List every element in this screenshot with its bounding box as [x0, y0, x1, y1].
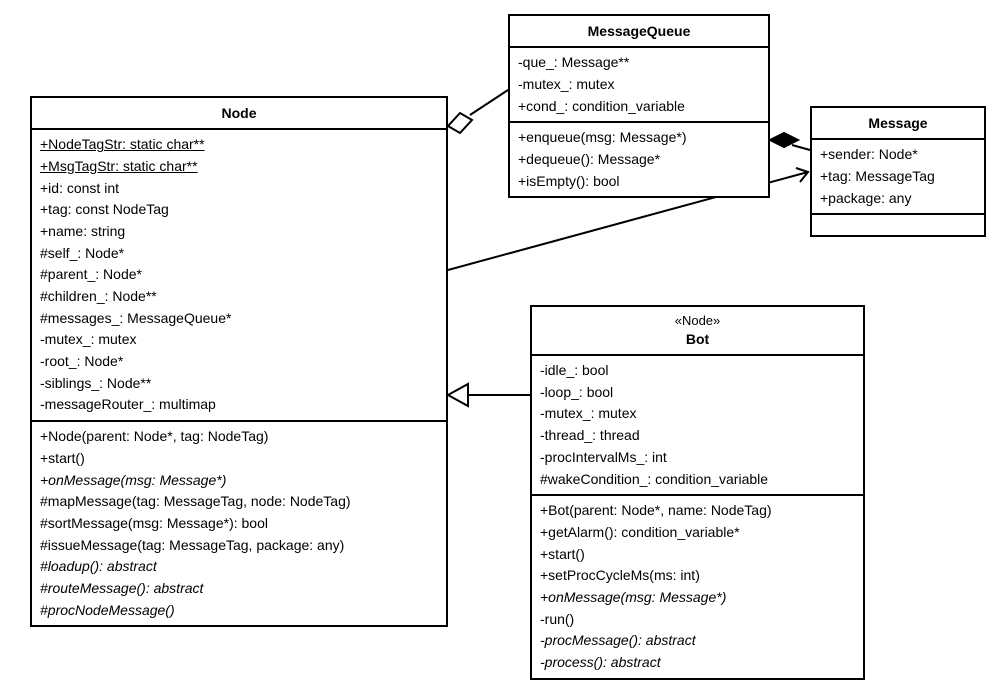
class-bot-operations: +Bot(parent: Node*, name: NodeTag)+getAl… — [532, 496, 863, 678]
member-row: #issueMessage(tag: MessageTag, package: … — [40, 535, 438, 557]
member-row: +start() — [40, 448, 438, 470]
class-bot-title: «Node» Bot — [532, 307, 863, 356]
member-row: #messages_: MessageQueue* — [40, 308, 438, 330]
member-row: +getAlarm(): condition_variable* — [540, 522, 855, 544]
member-row: +tag: MessageTag — [820, 166, 976, 188]
class-bot-name: Bot — [686, 331, 709, 347]
member-row: +name: string — [40, 221, 438, 243]
member-row: -idle_: bool — [540, 360, 855, 382]
member-row: -messageRouter_: multimap — [40, 394, 438, 416]
member-row: -que_: Message** — [518, 52, 760, 74]
class-bot: «Node» Bot -idle_: bool-loop_: bool-mute… — [530, 305, 865, 680]
member-row: +enqueue(msg: Message*) — [518, 127, 760, 149]
member-row: -root_: Node* — [40, 351, 438, 373]
member-row: #wakeCondition_: condition_variable — [540, 469, 855, 491]
class-bot-attributes: -idle_: bool-loop_: bool-mutex_: mutex-t… — [532, 356, 863, 496]
class-node: Node +NodeTagStr: static char**+MsgTagSt… — [30, 96, 448, 627]
class-bot-stereotype: «Node» — [540, 313, 855, 330]
member-row: -procMessage(): abstract — [540, 630, 855, 652]
member-row: +tag: const NodeTag — [40, 199, 438, 221]
member-row: -process(): abstract — [540, 652, 855, 674]
member-row: -mutex_: mutex — [540, 403, 855, 425]
member-row: +package: any — [820, 188, 976, 210]
member-row: -loop_: bool — [540, 382, 855, 404]
member-row: -thread_: thread — [540, 425, 855, 447]
member-row: +cond_: condition_variable — [518, 96, 760, 118]
member-row: #routeMessage(): abstract — [40, 578, 438, 600]
class-mq-operations: +enqueue(msg: Message*)+dequeue(): Messa… — [510, 123, 768, 196]
member-row: #procNodeMessage() — [40, 600, 438, 622]
member-row: #loadup(): abstract — [40, 556, 438, 578]
class-mq-title: MessageQueue — [510, 16, 768, 48]
member-row: #mapMessage(tag: MessageTag, node: NodeT… — [40, 491, 438, 513]
member-row: -mutex_: mutex — [40, 329, 438, 351]
member-row: -run() — [540, 609, 855, 631]
member-row: +start() — [540, 544, 855, 566]
class-node-operations: +Node(parent: Node*, tag: NodeTag)+start… — [32, 422, 446, 625]
member-row: -mutex_: mutex — [518, 74, 760, 96]
class-node-attributes: +NodeTagStr: static char**+MsgTagStr: st… — [32, 130, 446, 422]
class-message: Message +sender: Node*+tag: MessageTag+p… — [810, 106, 986, 237]
member-row: +Bot(parent: Node*, name: NodeTag) — [540, 500, 855, 522]
member-row: +Node(parent: Node*, tag: NodeTag) — [40, 426, 438, 448]
class-msg-operations — [812, 215, 984, 235]
member-row: #sortMessage(msg: Message*): bool — [40, 513, 438, 535]
class-node-title: Node — [32, 98, 446, 130]
member-row: #self_: Node* — [40, 243, 438, 265]
member-row: #parent_: Node* — [40, 264, 438, 286]
member-row: +dequeue(): Message* — [518, 149, 760, 171]
member-row: +MsgTagStr: static char** — [40, 156, 438, 178]
class-msg-title: Message — [812, 108, 984, 140]
member-row: #children_: Node** — [40, 286, 438, 308]
member-row: +sender: Node* — [820, 144, 976, 166]
member-row: +id: const int — [40, 178, 438, 200]
member-row: -procIntervalMs_: int — [540, 447, 855, 469]
member-row: +setProcCycleMs(ms: int) — [540, 565, 855, 587]
class-mq-attributes: -que_: Message**-mutex_: mutex+cond_: co… — [510, 48, 768, 123]
member-row: +NodeTagStr: static char** — [40, 134, 438, 156]
class-msg-attributes: +sender: Node*+tag: MessageTag+package: … — [812, 140, 984, 215]
member-row: +onMessage(msg: Message*) — [40, 470, 438, 492]
class-message-queue: MessageQueue -que_: Message**-mutex_: mu… — [508, 14, 770, 198]
member-row: +onMessage(msg: Message*) — [540, 587, 855, 609]
member-row: +isEmpty(): bool — [518, 171, 760, 193]
member-row: -siblings_: Node** — [40, 373, 438, 395]
